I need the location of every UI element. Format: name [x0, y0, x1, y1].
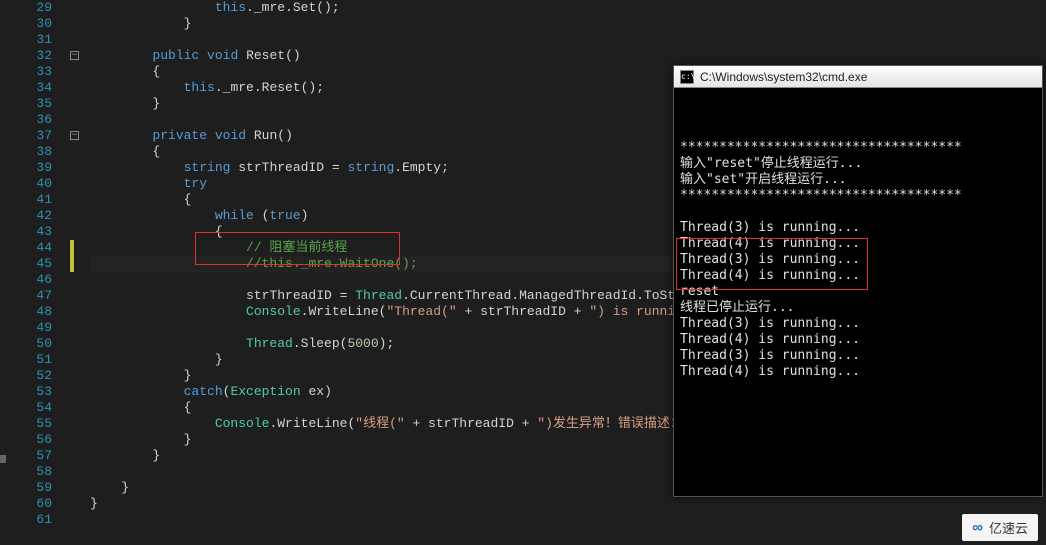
line-number: 31: [0, 32, 52, 48]
scroll-indicator: [0, 455, 6, 463]
watermark-text: 亿速云: [989, 518, 1028, 537]
line-number: 50: [0, 336, 52, 352]
code-line[interactable]: Thread.Sleep(5000);: [90, 336, 738, 352]
line-number: 45: [0, 256, 52, 272]
line-number-gutter: 2930313233343536373839404142434445464748…: [0, 0, 70, 545]
line-number: 43: [0, 224, 52, 240]
fold-column: −−: [70, 0, 84, 545]
code-line[interactable]: }: [90, 448, 738, 464]
console-line: Thread(4) is running...: [680, 364, 1036, 380]
change-marker: [70, 240, 74, 272]
line-number: 52: [0, 368, 52, 384]
line-number: 47: [0, 288, 52, 304]
code-line[interactable]: [90, 464, 738, 480]
line-number: 58: [0, 464, 52, 480]
line-number: 57: [0, 448, 52, 464]
line-number: 33: [0, 64, 52, 80]
code-line[interactable]: }: [90, 96, 738, 112]
code-line[interactable]: this._mre.Set();: [90, 0, 738, 16]
code-line[interactable]: public void Reset(): [90, 48, 738, 64]
line-number: 48: [0, 304, 52, 320]
code-line[interactable]: // 阻塞当前线程: [90, 240, 738, 256]
line-number: 49: [0, 320, 52, 336]
line-number: 29: [0, 0, 52, 16]
line-number: 35: [0, 96, 52, 112]
code-line[interactable]: while (true): [90, 208, 738, 224]
code-line[interactable]: [90, 512, 738, 528]
code-line[interactable]: }: [90, 352, 738, 368]
code-line[interactable]: Console.WriteLine("线程(" + strThreadID + …: [90, 416, 738, 432]
console-line: Thread(4) is running...: [680, 332, 1036, 348]
console-line: 线程已停止运行...: [680, 300, 1036, 316]
code-line[interactable]: string strThreadID = string.Empty;: [90, 160, 738, 176]
console-line: [680, 204, 1036, 220]
watermark: ∞ 亿速云: [962, 514, 1038, 541]
code-line[interactable]: strThreadID = Thread.CurrentThread.Manag…: [90, 288, 738, 304]
code-line[interactable]: {: [90, 64, 738, 80]
code-line[interactable]: Console.WriteLine("Thread(" + strThreadI…: [90, 304, 738, 320]
fold-toggle[interactable]: −: [70, 131, 79, 140]
cmd-window[interactable]: c:\ C:\Windows\system32\cmd.exe ********…: [673, 65, 1043, 497]
line-number: 54: [0, 400, 52, 416]
code-area[interactable]: this._mre.Set(); } public void Reset() {…: [70, 0, 738, 545]
console-line: ************************************: [680, 188, 1036, 204]
line-number: 30: [0, 16, 52, 32]
code-line[interactable]: {: [90, 224, 738, 240]
console-line: Thread(3) is running...: [680, 252, 1036, 268]
code-line[interactable]: }: [90, 432, 738, 448]
code-line[interactable]: catch(Exception ex): [90, 384, 738, 400]
code-line[interactable]: }: [90, 368, 738, 384]
code-line[interactable]: {: [90, 400, 738, 416]
code-line[interactable]: [90, 272, 738, 288]
line-number: 59: [0, 480, 52, 496]
line-number: 34: [0, 80, 52, 96]
cmd-title: C:\Windows\system32\cmd.exe: [700, 70, 867, 84]
console-line: Thread(4) is running...: [680, 236, 1036, 252]
console-line: Thread(3) is running...: [680, 220, 1036, 236]
line-number: 46: [0, 272, 52, 288]
line-number: 53: [0, 384, 52, 400]
line-number: 40: [0, 176, 52, 192]
watermark-logo-icon: ∞: [972, 519, 983, 536]
line-number: 39: [0, 160, 52, 176]
cmd-icon: c:\: [680, 70, 694, 84]
console-line: Thread(3) is running...: [680, 348, 1036, 364]
line-number: 37: [0, 128, 52, 144]
code-line[interactable]: {: [90, 144, 738, 160]
console-line: Thread(3) is running...: [680, 316, 1036, 332]
console-line: reset: [680, 284, 1036, 300]
line-number: 60: [0, 496, 52, 512]
cmd-titlebar[interactable]: c:\ C:\Windows\system32\cmd.exe: [674, 66, 1042, 88]
line-number: 56: [0, 432, 52, 448]
console-line: ************************************: [680, 140, 1036, 156]
line-number: 41: [0, 192, 52, 208]
code-line[interactable]: }: [90, 16, 738, 32]
fold-toggle[interactable]: −: [70, 51, 79, 60]
line-number: 36: [0, 112, 52, 128]
line-number: 32: [0, 48, 52, 64]
code-line[interactable]: try: [90, 176, 738, 192]
line-number: 38: [0, 144, 52, 160]
console-line: Thread(4) is running...: [680, 268, 1036, 284]
code-line[interactable]: }: [90, 496, 738, 512]
code-line[interactable]: {: [90, 192, 738, 208]
code-line[interactable]: [90, 112, 738, 128]
console-line: 输入"reset"停止线程运行...: [680, 156, 1036, 172]
code-line[interactable]: //this._mre.WaitOne();: [90, 256, 738, 272]
code-line[interactable]: private void Run(): [90, 128, 738, 144]
line-number: 55: [0, 416, 52, 432]
line-number: 61: [0, 512, 52, 528]
code-line[interactable]: this._mre.Reset();: [90, 80, 738, 96]
line-number: 51: [0, 352, 52, 368]
console-line: 输入"set"开启线程运行...: [680, 172, 1036, 188]
line-number: 42: [0, 208, 52, 224]
line-number: 44: [0, 240, 52, 256]
code-line[interactable]: [90, 320, 738, 336]
code-line[interactable]: }: [90, 480, 738, 496]
code-line[interactable]: [90, 32, 738, 48]
cmd-body: ************************************输入"r…: [674, 88, 1042, 384]
